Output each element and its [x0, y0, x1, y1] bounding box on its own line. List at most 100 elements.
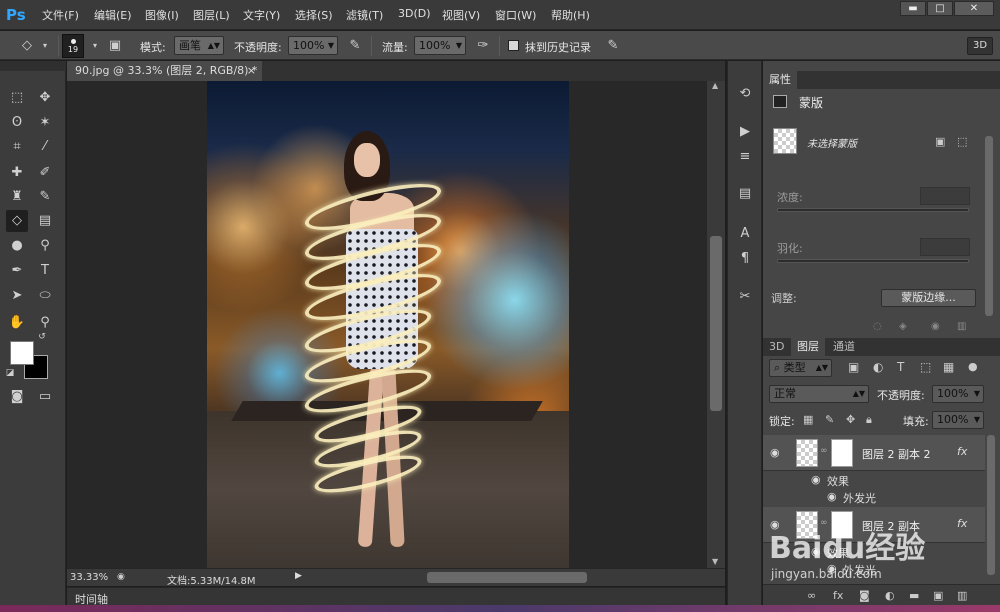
menu-view[interactable]: 视图(V): [442, 7, 480, 23]
default-colors-icon[interactable]: ◪: [4, 367, 16, 379]
add-mask-icon[interactable]: ◙: [859, 589, 870, 602]
blur-icon[interactable]: ●: [6, 235, 28, 257]
pressure-size-icon[interactable]: ✎: [604, 37, 622, 55]
density-input[interactable]: [920, 187, 970, 205]
menu-help[interactable]: 帮助(H): [551, 7, 590, 23]
vertical-scrollbar[interactable]: ▲ ▼: [707, 81, 725, 568]
effect-eye-icon[interactable]: ◉: [811, 473, 821, 486]
trash-icon[interactable]: ▥: [957, 589, 967, 602]
layer-mask-thumbnail[interactable]: [831, 439, 853, 467]
feather-slider[interactable]: [777, 259, 969, 263]
layer-opacity-input[interactable]: 100% ▼: [932, 385, 984, 403]
lock-position-icon[interactable]: ✥: [846, 413, 855, 426]
properties-scrollbar[interactable]: [985, 136, 993, 316]
tool-preset-arrow-icon[interactable]: ▾: [36, 37, 54, 55]
layer-fx-badge[interactable]: fx: [957, 445, 967, 458]
layer-comps-icon[interactable]: ▤: [734, 183, 756, 205]
move-icon[interactable]: ✥: [34, 87, 56, 109]
horizontal-scroll-thumb[interactable]: [427, 572, 587, 583]
link-layers-icon[interactable]: ∞: [807, 589, 816, 602]
paragraph-icon[interactable]: ¶: [734, 248, 756, 270]
link-icon[interactable]: ∞: [820, 446, 828, 456]
status-arrow-icon[interactable]: ▶: [295, 571, 302, 581]
adjustment-layer-icon[interactable]: ◐: [885, 589, 895, 602]
feather-input[interactable]: [920, 238, 970, 256]
timeline-panel-tab[interactable]: 时间轴: [67, 587, 725, 606]
lock-all-icon[interactable]: 🔒︎: [866, 413, 872, 427]
eraser-tool-icon[interactable]: ◇: [18, 37, 36, 55]
hand-icon[interactable]: ✋: [6, 312, 28, 334]
brush-preset-picker[interactable]: 19: [62, 34, 84, 58]
actions-icon[interactable]: ▶: [734, 121, 756, 143]
eyedropper-icon[interactable]: ⁄: [34, 136, 56, 158]
blend-mode-select[interactable]: 正常 ▲▼: [769, 385, 869, 403]
smart-object-filter-icon[interactable]: ▦: [943, 360, 954, 374]
zoom-level[interactable]: 33.33%: [70, 572, 108, 583]
menu-window[interactable]: 窗口(W): [495, 7, 536, 23]
crop-icon[interactable]: ⌗: [6, 136, 28, 158]
gradient-icon[interactable]: ▤: [34, 210, 56, 232]
path-selection-icon[interactable]: ➤: [6, 285, 28, 307]
effect-eye-icon[interactable]: ◉: [827, 490, 837, 503]
quick-mask-icon[interactable]: ◙: [6, 386, 28, 408]
close-button[interactable]: ✕: [954, 1, 994, 16]
3d-workspace-button[interactable]: 3D: [967, 37, 993, 55]
clone-stamp-icon[interactable]: ♜: [6, 186, 28, 208]
shape-filter-icon[interactable]: ⬚: [920, 360, 931, 374]
layer-fx-badge[interactable]: fx: [957, 517, 967, 530]
layer-name[interactable]: 图层 2 副本 2: [862, 446, 931, 462]
fx-icon[interactable]: fx: [833, 589, 843, 602]
brush-icon[interactable]: ✐: [34, 162, 56, 184]
tab-properties[interactable]: 属性: [763, 71, 797, 89]
flow-input[interactable]: 100% ▼: [414, 36, 466, 55]
history-icon[interactable]: ⟲: [734, 83, 756, 105]
menu-3d[interactable]: 3D(D): [398, 7, 431, 20]
scroll-up-icon[interactable]: ▲: [712, 81, 718, 90]
adjustments-icon[interactable]: ≡: [734, 146, 756, 168]
marquee-icon[interactable]: ⬚: [6, 87, 28, 109]
menu-file[interactable]: 文件(F): [42, 7, 79, 23]
close-icon[interactable]: ×: [247, 61, 256, 81]
disable-mask-icon[interactable]: ◉: [931, 321, 940, 332]
load-selection-icon[interactable]: ◌: [873, 321, 882, 332]
magic-wand-icon[interactable]: ✶: [34, 112, 56, 134]
pressure-opacity-icon[interactable]: ✎: [346, 37, 364, 55]
swap-colors-icon[interactable]: ↺: [36, 331, 48, 343]
eye-icon[interactable]: ◉: [770, 446, 780, 459]
mode-select[interactable]: 画笔 ▲▼: [174, 36, 224, 55]
density-slider[interactable]: [777, 208, 969, 212]
canvas-area[interactable]: [67, 81, 707, 568]
menu-filter[interactable]: 滤镜(T): [346, 7, 383, 23]
vertical-scroll-thumb[interactable]: [710, 236, 722, 411]
document-tab[interactable]: 90.jpg @ 33.3% (图层 2, RGB/8) * ×: [67, 61, 262, 81]
lasso-icon[interactable]: ʘ: [6, 112, 28, 134]
type-filter-icon[interactable]: T: [897, 360, 904, 374]
menu-select[interactable]: 选择(S): [295, 7, 333, 23]
eraser-icon[interactable]: ◇: [6, 210, 28, 232]
minimize-button[interactable]: ▬: [900, 1, 926, 16]
menu-edit[interactable]: 编辑(E): [94, 7, 132, 23]
document-image[interactable]: [207, 81, 569, 568]
erase-to-history-checkbox[interactable]: [508, 40, 519, 51]
brush-picker-arrow-icon[interactable]: ▾: [86, 37, 104, 55]
toolbox-header[interactable]: [0, 61, 66, 71]
pixel-filter-icon[interactable]: ▣: [848, 360, 859, 374]
tab-layers[interactable]: 图层: [791, 338, 825, 356]
refine-mask-edge-button[interactable]: 蒙版边缘...: [881, 289, 976, 307]
menu-layer[interactable]: 图层(L): [193, 7, 230, 23]
scroll-down-icon[interactable]: ▼: [712, 557, 718, 566]
menu-image[interactable]: 图像(I): [145, 7, 179, 23]
status-menu-icon[interactable]: ◉: [117, 572, 125, 582]
outer-glow-effect[interactable]: 外发光: [843, 490, 876, 506]
adjustment-filter-icon[interactable]: ◐: [873, 360, 883, 374]
type-icon[interactable]: T: [34, 260, 56, 282]
menu-type[interactable]: 文字(Y): [243, 7, 280, 23]
pen-icon[interactable]: ✒: [6, 260, 28, 282]
healing-brush-icon[interactable]: ✚: [6, 162, 28, 184]
pixel-mask-icon[interactable]: ▣: [935, 135, 945, 148]
history-brush-icon[interactable]: ✎: [34, 186, 56, 208]
apply-mask-icon[interactable]: ◈: [899, 321, 907, 332]
layer-row[interactable]: ◉ ∞ 图层 2 副本 2 fx: [763, 435, 985, 471]
layers-scrollbar[interactable]: [987, 435, 995, 575]
tool-presets-icon[interactable]: ✂: [734, 286, 756, 308]
